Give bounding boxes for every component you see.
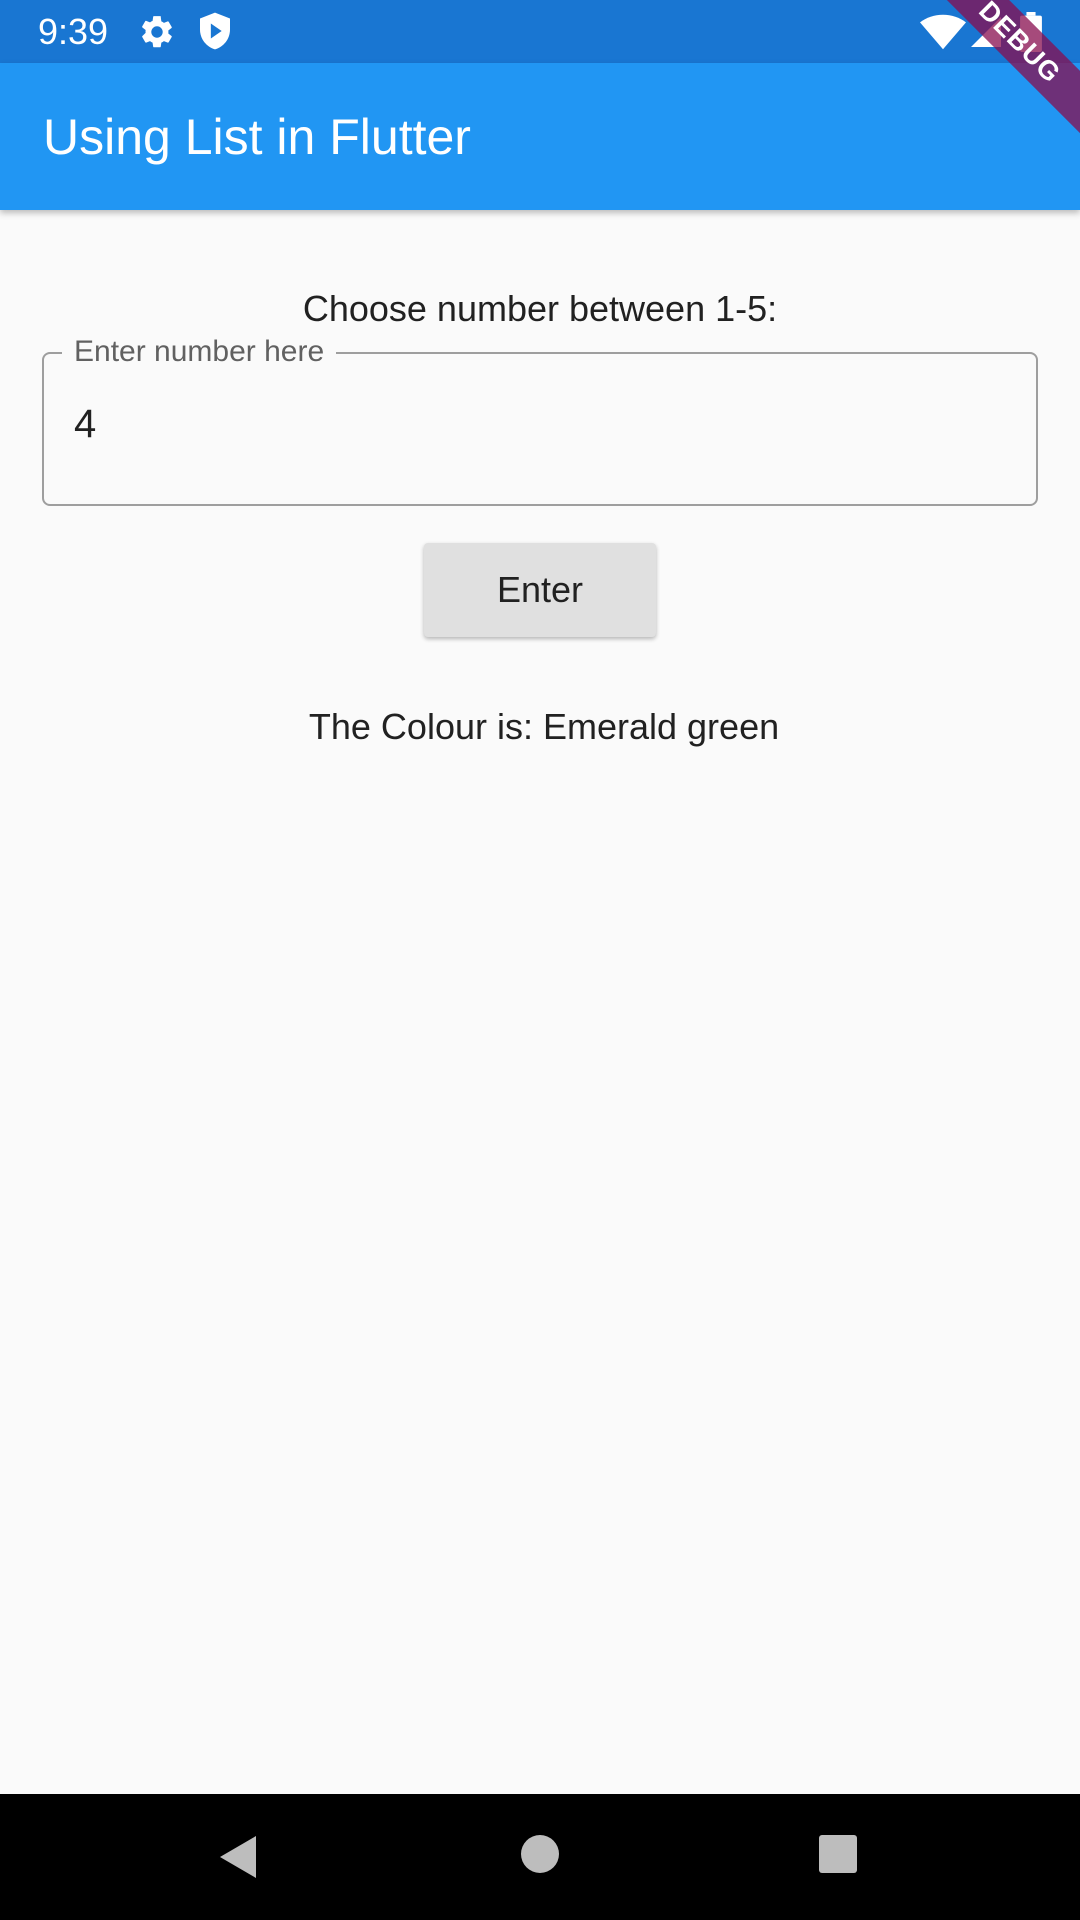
app-bar: Using List in Flutter: [0, 63, 1080, 210]
status-bar: 9:39: [0, 0, 1080, 63]
enter-button[interactable]: Enter: [424, 543, 656, 637]
app-title: Using List in Flutter: [43, 109, 471, 165]
home-icon[interactable]: [520, 1834, 560, 1874]
number-input-label: Enter number here: [62, 332, 337, 372]
number-input-field[interactable]: [42, 352, 1038, 506]
screen: 9:39 Using List in Flutter DEBUG Choose …: [0, 0, 1080, 1920]
back-icon[interactable]: [216, 1834, 262, 1880]
recent-apps-icon[interactable]: [818, 1834, 858, 1874]
wifi-icon: [920, 14, 966, 50]
prompt-text: Choose number between 1-5:: [302, 288, 778, 329]
status-time: 9:39: [38, 11, 109, 52]
navigation-bar: [0, 1794, 1080, 1920]
result-text: The Colour is: Emerald green: [308, 706, 780, 747]
gear-icon: [142, 16, 172, 48]
number-input-value[interactable]: 4: [74, 398, 96, 450]
shield-play-icon: [200, 12, 230, 50]
